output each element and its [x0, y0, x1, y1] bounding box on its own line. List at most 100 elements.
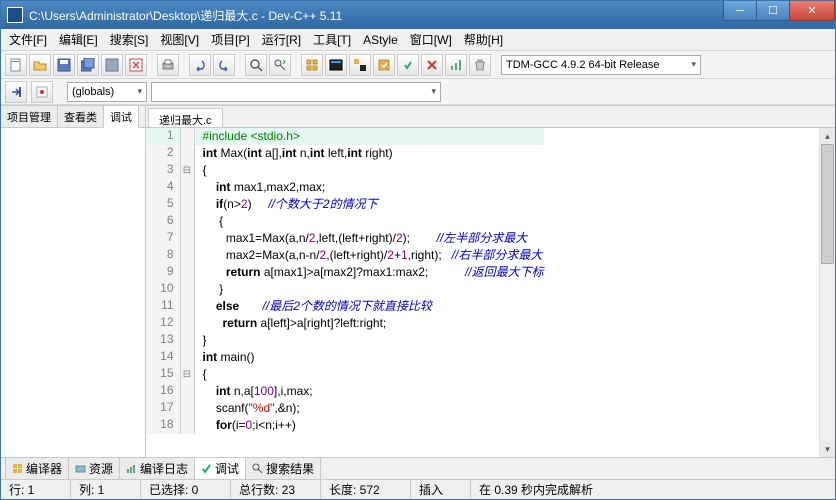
left-tab[interactable]: 项目管理	[1, 106, 58, 127]
line-number: 4	[146, 179, 180, 196]
code-line[interactable]: int Max(int a[],int n,int left,int right…	[194, 145, 544, 162]
line-number: 12	[146, 315, 180, 332]
fold-gutter[interactable]	[180, 383, 194, 400]
window-title: C:\Users\Administrator\Desktop\递归最大.c - …	[29, 7, 724, 24]
code-line[interactable]: {	[194, 162, 544, 179]
open-button[interactable]	[29, 54, 51, 76]
fold-gutter[interactable]	[180, 281, 194, 298]
fold-gutter[interactable]	[180, 179, 194, 196]
code-line[interactable]: max2=Max(a,n-n/2,(left+right)/2+1,right)…	[194, 247, 544, 264]
fold-gutter[interactable]	[180, 196, 194, 213]
menu-item[interactable]: 编辑[E]	[53, 29, 104, 50]
tab-label: 编译器	[26, 460, 62, 477]
compiler-combo[interactable]: TDM-GCC 4.9.2 64-bit Release	[501, 55, 701, 75]
globals-combo[interactable]: (globals)	[67, 82, 147, 102]
code-line[interactable]: if(n>2) //个数大于2的情况下	[194, 196, 544, 213]
left-tab[interactable]: 调试	[104, 106, 139, 128]
code-line[interactable]: int n,a[100],i,max;	[194, 383, 544, 400]
scroll-thumb[interactable]	[821, 144, 834, 264]
toolbar-main: TDM-GCC 4.9.2 64-bit Release	[1, 51, 835, 79]
code-line[interactable]: scanf("%d",&n);	[194, 400, 544, 417]
fold-gutter[interactable]	[180, 349, 194, 366]
code-line[interactable]: {	[194, 213, 544, 230]
left-tab[interactable]: 查看类	[58, 106, 104, 127]
menu-item[interactable]: 窗口[W]	[404, 29, 458, 50]
tab-label: 资源	[89, 460, 113, 477]
line-number: 11	[146, 298, 180, 315]
fold-gutter[interactable]	[180, 417, 194, 434]
fold-gutter[interactable]: ⊟	[180, 366, 194, 383]
run-button[interactable]	[325, 54, 347, 76]
line-number: 6	[146, 213, 180, 230]
save-all-button[interactable]	[77, 54, 99, 76]
status-col: 列: 1	[71, 480, 141, 499]
replace-button[interactable]	[269, 54, 291, 76]
bottom-tab[interactable]: 搜索结果	[245, 457, 321, 480]
debug-button[interactable]	[397, 54, 419, 76]
compile-run-button[interactable]	[349, 54, 371, 76]
minimize-button[interactable]: ─	[723, 1, 757, 21]
close-file-button[interactable]	[125, 54, 147, 76]
stop-button[interactable]	[421, 54, 443, 76]
save-as-button[interactable]	[101, 54, 123, 76]
fold-gutter[interactable]	[180, 213, 194, 230]
bottom-tab[interactable]: 资源	[68, 457, 120, 480]
code-line[interactable]: int max1,max2,max;	[194, 179, 544, 196]
maximize-button[interactable]: ☐	[756, 1, 790, 21]
find-button[interactable]	[245, 54, 267, 76]
file-tab[interactable]: 递归最大.c	[148, 108, 223, 127]
code-line[interactable]: }	[194, 281, 544, 298]
fold-gutter[interactable]	[180, 400, 194, 417]
code-line[interactable]: int main()	[194, 349, 544, 366]
code-line[interactable]: for(i=0;i<n;i++)	[194, 417, 544, 434]
fold-gutter[interactable]	[180, 145, 194, 162]
bottom-tab[interactable]: 调试	[194, 457, 246, 480]
fold-gutter[interactable]	[180, 230, 194, 247]
print-button[interactable]	[157, 54, 179, 76]
code-editor[interactable]: 1#include <stdio.h>2int Max(int a[],int …	[146, 128, 835, 457]
app-icon	[7, 7, 23, 23]
fold-gutter[interactable]	[180, 128, 194, 145]
fold-gutter[interactable]	[180, 298, 194, 315]
scroll-down-arrow[interactable]: ▾	[820, 441, 835, 457]
menu-item[interactable]: 工具[T]	[307, 29, 357, 50]
menu-item[interactable]: AStyle	[357, 31, 404, 49]
new-file-button[interactable]	[5, 54, 27, 76]
fold-gutter[interactable]	[180, 332, 194, 349]
statusbar: 行: 1 列: 1 已选择: 0 总行数: 23 长度: 572 插入 在 0.…	[1, 479, 835, 499]
status-ins: 插入	[411, 480, 471, 499]
menu-item[interactable]: 视图[V]	[154, 29, 205, 50]
fold-gutter[interactable]	[180, 264, 194, 281]
fold-gutter[interactable]	[180, 315, 194, 332]
redo-button[interactable]	[213, 54, 235, 76]
fold-gutter[interactable]	[180, 247, 194, 264]
compile-button[interactable]	[301, 54, 323, 76]
profile-button[interactable]	[445, 54, 467, 76]
menu-item[interactable]: 项目[P]	[205, 29, 256, 50]
symbol-combo[interactable]	[151, 82, 441, 102]
code-line[interactable]: max1=Max(a,n/2,left,(left+right)/2); //左…	[194, 230, 544, 247]
menu-item[interactable]: 文件[F]	[3, 29, 53, 50]
code-line[interactable]: {	[194, 366, 544, 383]
menu-item[interactable]: 搜索[S]	[104, 29, 155, 50]
menu-item[interactable]: 帮助[H]	[458, 29, 509, 50]
bottom-tab[interactable]: 编译日志	[119, 457, 195, 480]
code-line[interactable]: }	[194, 332, 544, 349]
code-line[interactable]: #include <stdio.h>	[194, 128, 544, 145]
trash-button[interactable]	[469, 54, 491, 76]
close-button[interactable]: ✕	[789, 1, 835, 21]
rebuild-button[interactable]	[373, 54, 395, 76]
code-line[interactable]: return a[max1]>a[max2]?max1:max2; //返回最大…	[194, 264, 544, 281]
goto-button[interactable]	[5, 81, 27, 103]
bottom-tab[interactable]: 编译器	[5, 457, 69, 480]
bookmark-button[interactable]	[31, 81, 53, 103]
menubar: 文件[F]编辑[E]搜索[S]视图[V]项目[P]运行[R]工具[T]AStyl…	[1, 29, 835, 51]
undo-button[interactable]	[189, 54, 211, 76]
save-button[interactable]	[53, 54, 75, 76]
code-line[interactable]: else //最后2个数的情况下就直接比较	[194, 298, 544, 315]
vertical-scrollbar[interactable]: ▴ ▾	[819, 128, 835, 457]
menu-item[interactable]: 运行[R]	[256, 29, 307, 50]
fold-gutter[interactable]: ⊟	[180, 162, 194, 179]
scroll-up-arrow[interactable]: ▴	[820, 128, 835, 144]
code-line[interactable]: return a[left]>a[right]?left:right;	[194, 315, 544, 332]
